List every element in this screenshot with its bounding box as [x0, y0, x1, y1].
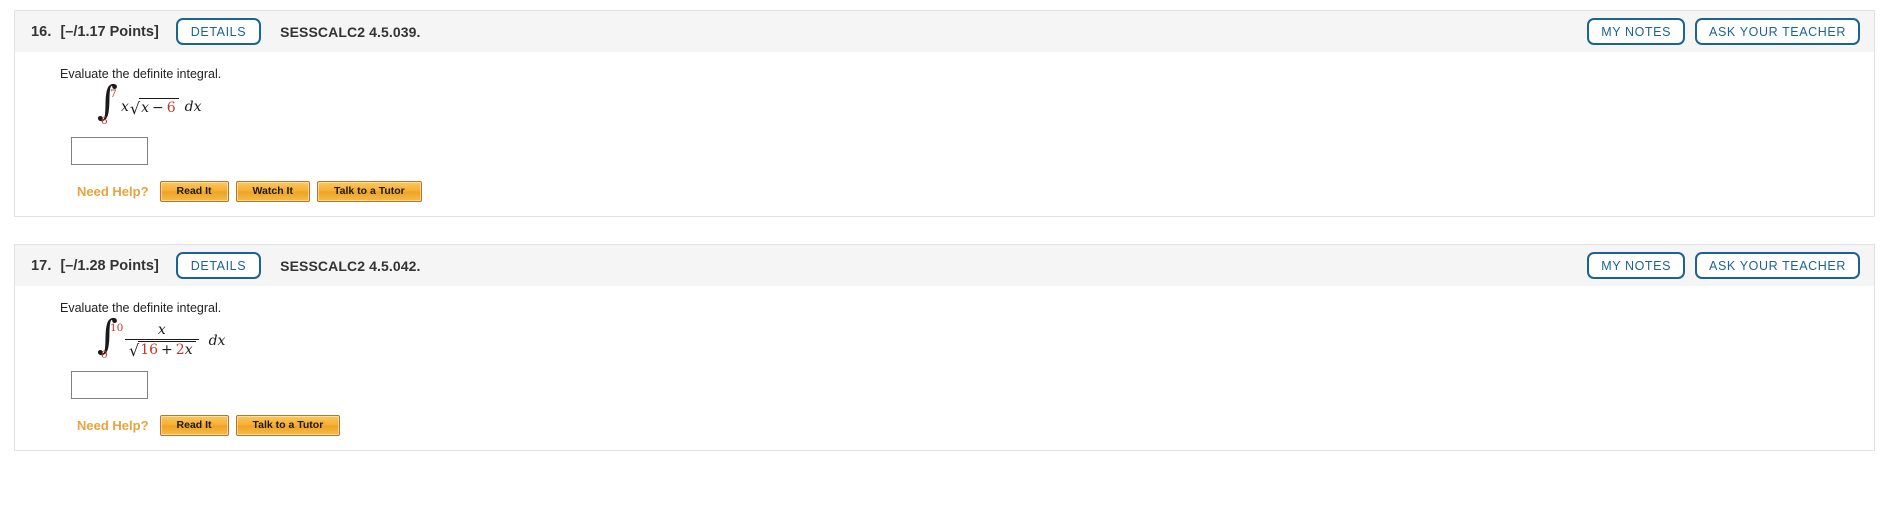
denominator-variable: x — [184, 342, 193, 359]
fraction-denominator: √ 16 +2x — [125, 340, 199, 358]
watch-it-button[interactable]: Watch It — [235, 180, 310, 203]
need-help-row: Need Help? Read It Talk to a Tutor — [77, 414, 1874, 437]
ask-your-teacher-button[interactable]: ASK YOUR TEACHER — [1695, 17, 1860, 46]
math-expression-17: ∫ 10 0 x √ 16 +2x dx — [95, 315, 1874, 362]
integral-upper-limit: 10 — [110, 321, 124, 334]
talk-to-a-tutor-button[interactable]: Talk to a Tutor — [316, 180, 422, 203]
denominator-operator: + — [161, 342, 173, 359]
question-body-16: Evaluate the definite integral. ∫ 7 6 x … — [14, 52, 1875, 218]
need-help-label: Need Help? — [77, 183, 149, 199]
differential: dx — [184, 98, 202, 115]
question-header-16: 16. [–/1.17 Points] DETAILS SESSCALC2 4.… — [14, 10, 1875, 52]
denominator-coefficient: 2 — [175, 342, 185, 359]
fraction-numerator: x — [157, 322, 166, 339]
radicand-variable: x — [141, 99, 150, 116]
need-help-label: Need Help? — [77, 417, 149, 433]
details-button[interactable]: DETAILS — [175, 251, 262, 280]
fraction: x √ 16 +2x — [125, 322, 199, 358]
my-notes-button[interactable]: MY NOTES — [1587, 17, 1686, 46]
question-points: [–/1.28 Points] — [60, 257, 159, 274]
question-number: 16. — [31, 23, 52, 40]
integrand-leading-variable: x — [121, 98, 129, 115]
integral-upper-limit: 7 — [110, 87, 117, 100]
radicand-operator: − — [152, 99, 164, 116]
question-source-id: SESSCALC2 4.5.039. — [280, 23, 421, 40]
question-prompt: Evaluate the definite integral. — [60, 67, 222, 81]
answer-input[interactable] — [71, 136, 148, 165]
need-help-row: Need Help? Read It Watch It Talk to a Tu… — [77, 180, 1874, 203]
question-card-16: 16. [–/1.17 Points] DETAILS SESSCALC2 4.… — [14, 10, 1875, 218]
definite-integral: ∫ 7 6 x √ x −6 dx — [95, 81, 202, 127]
read-it-button[interactable]: Read It — [159, 414, 229, 437]
radicand: x −6 — [139, 97, 179, 116]
question-number: 17. — [31, 257, 52, 274]
question-source-id: SESSCALC2 4.5.042. — [280, 257, 421, 274]
question-prompt: Evaluate the definite integral. — [60, 301, 222, 316]
question-card-17: 17. [–/1.28 Points] DETAILS SESSCALC2 4.… — [14, 244, 1875, 452]
my-notes-button[interactable]: MY NOTES — [1587, 251, 1686, 280]
integral-lower-limit: 6 — [101, 114, 108, 127]
question-body-17: Evaluate the definite integral. ∫ 10 0 x… — [14, 286, 1875, 452]
question-points: [–/1.17 Points] — [60, 23, 159, 40]
radicand: 16 +2x — [138, 341, 196, 359]
details-button[interactable]: DETAILS — [175, 17, 262, 46]
question-header-17: 17. [–/1.28 Points] DETAILS SESSCALC2 4.… — [14, 244, 1875, 287]
integral-sign-icon: ∫ 7 6 — [95, 81, 121, 127]
read-it-button[interactable]: Read It — [159, 180, 229, 203]
answer-input[interactable] — [71, 370, 148, 399]
square-root-expression: √ x −6 — [130, 97, 179, 116]
denominator-number: 16 — [140, 342, 159, 359]
definite-integral: ∫ 10 0 x √ 16 +2x dx — [95, 315, 226, 361]
integral-sign-icon: ∫ 10 0 — [95, 315, 124, 361]
radicand-number: 6 — [166, 99, 176, 116]
integral-lower-limit: 0 — [101, 348, 108, 361]
differential: dx — [208, 332, 226, 349]
math-expression-16: ∫ 7 6 x √ x −6 dx — [95, 81, 1874, 128]
header-actions: MY NOTES ASK YOUR TEACHER — [1587, 17, 1860, 46]
header-actions: MY NOTES ASK YOUR TEACHER — [1587, 251, 1860, 280]
talk-to-a-tutor-button[interactable]: Talk to a Tutor — [235, 414, 341, 437]
square-root-expression: √ 16 +2x — [129, 341, 196, 358]
assignment-question-list: 16. [–/1.17 Points] DETAILS SESSCALC2 4.… — [0, 0, 1889, 452]
ask-your-teacher-button[interactable]: ASK YOUR TEACHER — [1695, 251, 1860, 280]
